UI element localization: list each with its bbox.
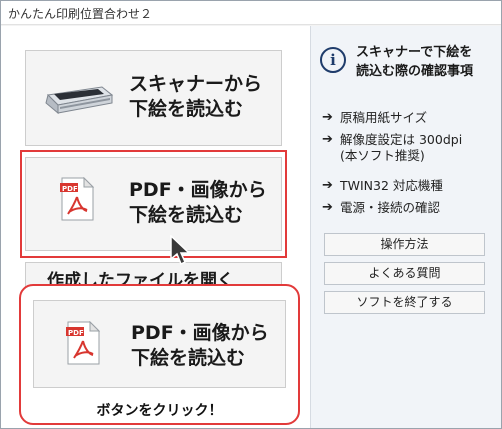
scanner-button-label: スキャナーから 下絵を読込む <box>129 73 263 120</box>
scanner-icon <box>45 86 114 115</box>
link-twain-models[interactable]: ➔ TWIN32 対応機種 <box>322 178 497 200</box>
arrow-right-icon: ➔ <box>322 110 333 125</box>
howto-button[interactable]: 操作方法 <box>324 233 485 256</box>
window-title: かんたん印刷位置合わせ２ <box>8 7 153 21</box>
callout-balloon: PDF PDF・画像から 下絵を読込む ボタンをクリック！ <box>19 284 300 425</box>
faq-button[interactable]: よくある質問 <box>324 262 485 285</box>
scanner-import-button[interactable]: スキャナーから 下絵を読込む <box>25 50 282 146</box>
svg-text:PDF: PDF <box>68 329 84 337</box>
arrow-right-icon: ➔ <box>322 178 333 193</box>
info-title: スキャナーで下絵を 読込む際の確認事項 <box>356 45 474 79</box>
info-icon: i <box>320 47 346 73</box>
title-bar: かんたん印刷位置合わせ２ <box>1 1 501 25</box>
callout-pdf-button: PDF PDF・画像から 下絵を読込む <box>33 300 286 388</box>
link-paper-size[interactable]: ➔ 原稿用紙サイズ <box>322 110 497 132</box>
link-power-connection[interactable]: ➔ 電源・接続の確認 <box>322 200 497 222</box>
callout-caption: ボタンをクリック！ <box>96 403 223 419</box>
highlight-frame <box>20 150 287 258</box>
callout-button-label: PDF・画像から 下絵を読込む <box>131 322 269 369</box>
checklist-links: ➔ 原稿用紙サイズ ➔ 解像度設定は 300dpi (本ソフト推奨) ➔ TWI… <box>322 110 497 222</box>
mouse-cursor-icon <box>170 235 191 266</box>
pdf-file-icon: PDF <box>66 321 100 365</box>
arrow-right-icon: ➔ <box>322 200 333 215</box>
exit-button[interactable]: ソフトを終了する <box>324 291 485 314</box>
arrow-right-icon: ➔ <box>322 132 333 147</box>
right-panel <box>310 26 501 428</box>
info-header: i スキャナーで下絵を 読込む際の確認事項 <box>320 43 495 83</box>
link-resolution[interactable]: ➔ 解像度設定は 300dpi (本ソフト推奨) <box>322 132 497 178</box>
